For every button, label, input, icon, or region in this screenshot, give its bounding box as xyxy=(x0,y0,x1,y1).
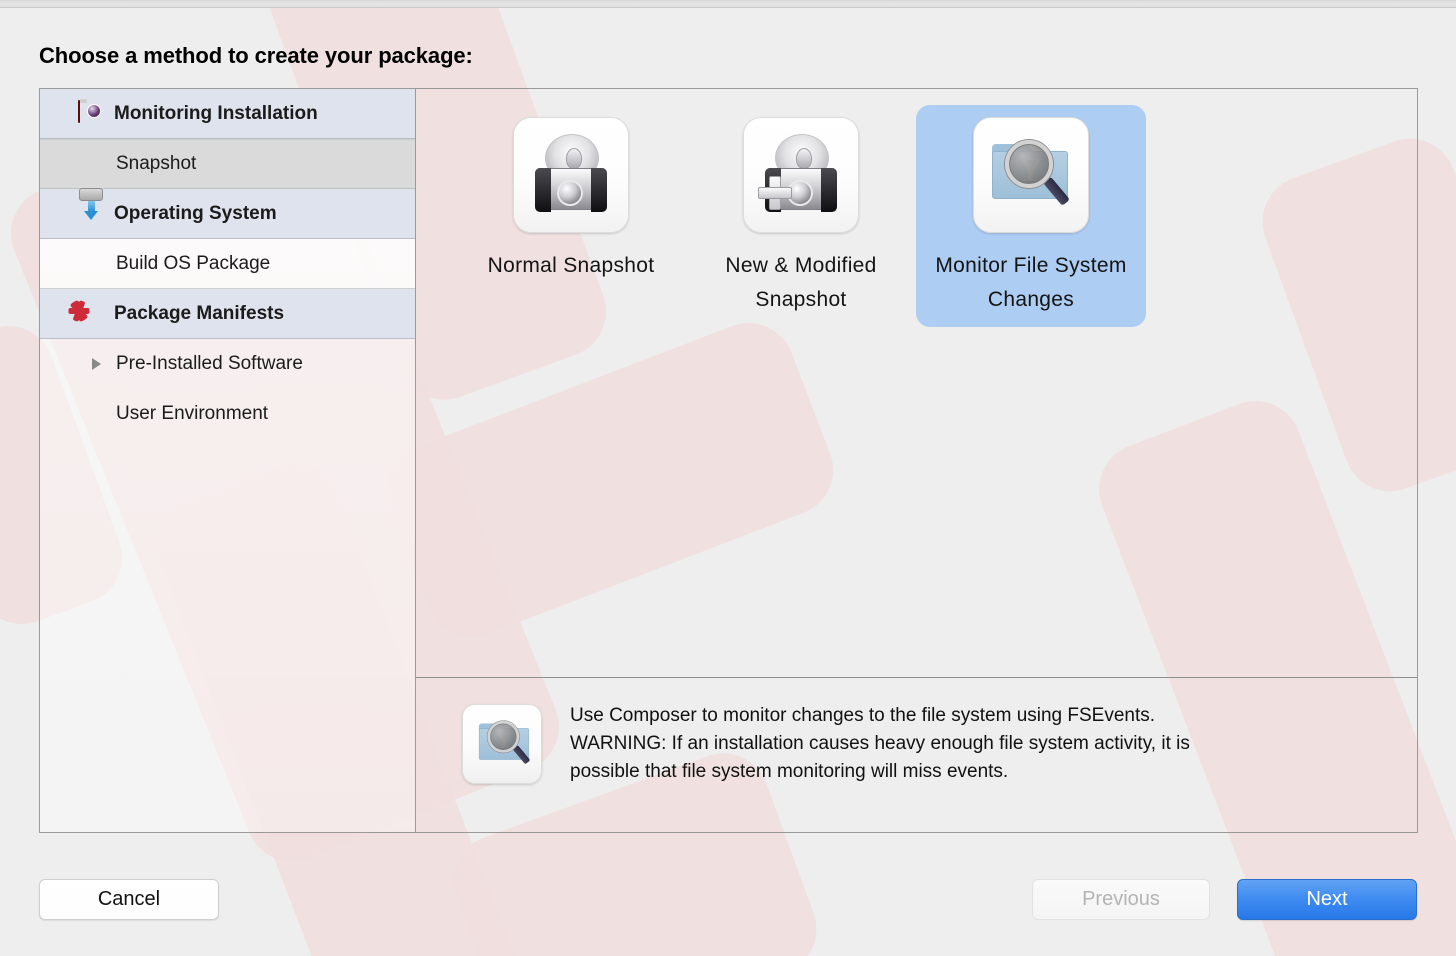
method-label: New & Modified Snapshot xyxy=(725,254,877,311)
camera-disk-icon xyxy=(528,132,614,218)
description-icon-tile: Y xyxy=(462,704,542,784)
camera-disk-plus-icon xyxy=(758,132,844,218)
page-title: Choose a method to create your package: xyxy=(39,43,473,68)
disclosure-triangle-icon[interactable] xyxy=(92,358,101,370)
method-icon-tile xyxy=(513,117,629,233)
sidebar-item-label: Build OS Package xyxy=(116,252,271,274)
sidebar-item-label: Monitoring Installation xyxy=(114,102,318,124)
sidebar-item-label: User Environment xyxy=(116,403,269,424)
cancel-button[interactable]: Cancel xyxy=(39,879,219,920)
sidebar-item-build-os-package[interactable]: Build OS Package xyxy=(40,239,415,289)
method-normal-snapshot[interactable]: Normal Snapshot xyxy=(456,105,686,293)
sidebar-item-monitoring-installation[interactable]: Monitoring Installation xyxy=(40,89,415,139)
method-grid: Normal Snapshot New & Modified Snapshot xyxy=(416,89,1417,677)
sidebar-item-snapshot[interactable]: Snapshot xyxy=(40,139,415,189)
method-icon-tile: Y xyxy=(973,117,1089,233)
sidebar-item-label: Pre-Installed Software xyxy=(116,353,303,374)
method-label: Monitor File System Changes xyxy=(935,254,1127,311)
method-icon-tile xyxy=(743,117,859,233)
sidebar-item-label: Operating System xyxy=(114,202,277,224)
next-button[interactable]: Next xyxy=(1237,879,1417,920)
os-install-icon xyxy=(78,187,104,227)
previous-button[interactable]: Previous xyxy=(1032,879,1210,920)
description-pane: Y Use Composer to monitor changes to the… xyxy=(416,677,1417,832)
description-line: possible that file system monitoring wil… xyxy=(570,761,1009,782)
window-titlebar xyxy=(0,0,1456,8)
method-monitor-file-system-changes[interactable]: Y Monitor File System Changes xyxy=(916,105,1146,327)
camera-icon xyxy=(78,99,104,127)
sidebar-item-label: Package Manifests xyxy=(114,302,285,324)
sidebar-item-package-manifests[interactable]: Package Manifests xyxy=(40,289,415,339)
sidebar-empty-space xyxy=(40,439,415,832)
sidebar-item-user-environment[interactable]: User Environment xyxy=(40,389,415,439)
method-new-modified-snapshot[interactable]: New & Modified Snapshot xyxy=(686,105,916,327)
sidebar-item-label: Snapshot xyxy=(116,153,197,174)
folder-magnifier-icon: Y xyxy=(988,136,1074,214)
description-line: WARNING: If an installation causes heavy… xyxy=(570,733,1190,754)
starburst-icon xyxy=(68,299,104,327)
sidebar-item-operating-system[interactable]: Operating System xyxy=(40,187,415,239)
sidebar-item-pre-installed-software[interactable]: Pre-Installed Software xyxy=(40,339,415,389)
description-text: Use Composer to monitor changes to the f… xyxy=(570,700,1190,786)
folder-magnifier-icon: Y xyxy=(476,718,531,769)
description-line: Use Composer to monitor changes to the f… xyxy=(570,705,1156,726)
method-label: Normal Snapshot xyxy=(487,254,655,277)
method-area: Normal Snapshot New & Modified Snapshot xyxy=(416,89,1417,832)
sidebar: Monitoring Installation Snapshot Operati… xyxy=(40,89,416,832)
method-chooser-panel: Monitoring Installation Snapshot Operati… xyxy=(39,88,1418,833)
